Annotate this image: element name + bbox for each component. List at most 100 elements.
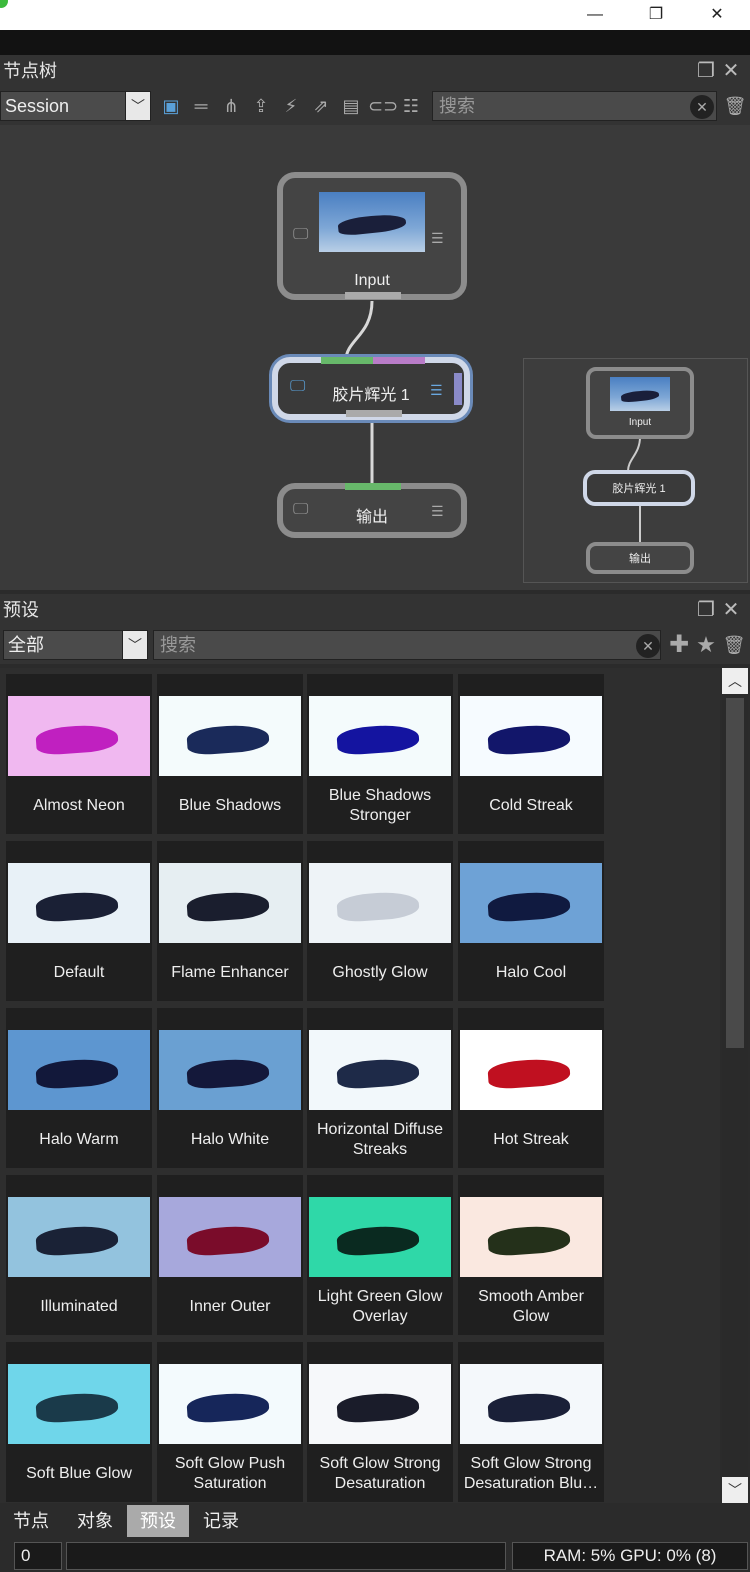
preset-thumbnail bbox=[309, 696, 451, 776]
preset-label: Flame Enhancer bbox=[171, 964, 289, 981]
preset-card[interactable]: Soft Blue Glow bbox=[6, 1342, 152, 1502]
align-icon[interactable]: ═ bbox=[188, 93, 214, 119]
preset-card[interactable]: Halo Cool bbox=[458, 841, 604, 1001]
tab-presets[interactable]: 预设 bbox=[127, 1505, 189, 1537]
input-port-purple[interactable] bbox=[373, 357, 425, 364]
tab-nodes[interactable]: 节点 bbox=[3, 1505, 59, 1537]
preset-card[interactable]: Soft Glow Strong Desaturation bbox=[307, 1342, 453, 1502]
preset-thumbnail bbox=[159, 1030, 301, 1110]
preset-label: Soft Glow Strong Desaturation bbox=[319, 1455, 441, 1492]
export-icon[interactable]: ⇗ bbox=[308, 93, 334, 119]
preset-search-input[interactable]: 搜索 bbox=[153, 630, 661, 660]
preset-thumbnail bbox=[460, 696, 602, 776]
output-node[interactable]: 🖵 输出 ☰ bbox=[277, 483, 467, 538]
add-icon[interactable]: ✚ bbox=[666, 632, 692, 658]
skydiver-figure bbox=[487, 723, 572, 757]
preset-label: Soft Blue Glow bbox=[26, 1465, 132, 1482]
chevron-down-icon[interactable]: ﹀ bbox=[122, 630, 148, 660]
node-graph-canvas[interactable]: 🖵 ☰ Input 🖵 胶片辉光 1 ☰ 🖵 输出 ☰ Input 胶片辉光 1… bbox=[0, 125, 750, 590]
scroll-up-icon[interactable]: ︿ bbox=[722, 668, 748, 694]
input-port-green[interactable] bbox=[321, 357, 373, 364]
preset-card[interactable]: Default bbox=[6, 841, 152, 1001]
scroll-thumb[interactable] bbox=[726, 698, 744, 1048]
tab-history[interactable]: 记录 bbox=[192, 1505, 250, 1537]
preset-card[interactable]: Cold Streak bbox=[458, 674, 604, 834]
tree-layout-icon[interactable]: ⋔ bbox=[218, 93, 244, 119]
upload-icon[interactable]: ⇪ bbox=[248, 93, 274, 119]
minimap-output-label: 输出 bbox=[629, 553, 651, 565]
float-panel-icon[interactable]: ❐ bbox=[695, 55, 717, 87]
minimap-input-label: Input bbox=[628, 417, 652, 428]
save-icon[interactable]: ▤ bbox=[338, 93, 364, 119]
preset-card[interactable]: Halo White bbox=[157, 1008, 303, 1168]
preset-thumbnail bbox=[309, 1364, 451, 1444]
presets-title: 预设 bbox=[3, 600, 39, 620]
float-panel-icon[interactable]: ❐ bbox=[695, 594, 717, 626]
preset-card[interactable]: Ghostly Glow bbox=[307, 841, 453, 1001]
close-window-button[interactable]: ✕ bbox=[687, 0, 747, 30]
preset-label: Halo Warm bbox=[39, 1131, 119, 1148]
preset-label: Illuminated bbox=[40, 1298, 118, 1315]
preset-card[interactable]: Soft Glow Strong Desaturation Blu… bbox=[458, 1342, 604, 1502]
link-icon[interactable]: ⊂⊃ bbox=[368, 93, 398, 119]
preset-thumbnail bbox=[309, 863, 451, 943]
preset-card[interactable]: Hot Streak bbox=[458, 1008, 604, 1168]
preset-card[interactable]: Blue Shadows bbox=[157, 674, 303, 834]
preset-card[interactable]: Light Green Glow Overlay bbox=[307, 1175, 453, 1335]
restore-button[interactable]: ❐ bbox=[626, 0, 686, 30]
session-select[interactable]: Session bbox=[0, 91, 126, 121]
preset-card[interactable]: Smooth Amber Glow bbox=[458, 1175, 604, 1335]
list-settings-icon[interactable]: ☷ bbox=[398, 93, 424, 119]
preset-filter-select[interactable]: 全部 bbox=[3, 630, 123, 660]
skydiver-figure bbox=[35, 723, 120, 757]
preset-card[interactable]: Almost Neon bbox=[6, 674, 152, 834]
presets-scrollbar[interactable]: ︿ ﹀ bbox=[722, 668, 748, 1503]
frame-icon[interactable]: ▣ bbox=[158, 93, 184, 119]
close-panel-icon[interactable]: ✕ bbox=[720, 55, 742, 87]
close-panel-icon[interactable]: ✕ bbox=[720, 594, 742, 626]
minimap-output-node: 输出 bbox=[586, 542, 694, 574]
trash-icon[interactable]: 🗑 bbox=[722, 93, 748, 119]
presets-grid: Almost Neon Blue Shadows Blue Shadows Stro… bbox=[0, 668, 720, 1503]
preset-card[interactable]: Soft Glow Push Saturation bbox=[157, 1342, 303, 1502]
node-menu-icon[interactable]: ☰ bbox=[431, 230, 444, 247]
minimize-button[interactable]: — bbox=[565, 0, 625, 30]
node-menu-icon[interactable]: ☰ bbox=[430, 382, 443, 399]
skydiver-figure bbox=[336, 1057, 421, 1091]
clear-search-icon[interactable]: ✕ bbox=[690, 95, 714, 119]
film-glow-node[interactable]: 🖵 胶片辉光 1 ☰ bbox=[272, 357, 470, 420]
preset-label: Horizontal Diffuse Streaks bbox=[317, 1121, 443, 1158]
preset-thumbnail bbox=[460, 1197, 602, 1277]
preset-card[interactable]: Halo Warm bbox=[6, 1008, 152, 1168]
preset-label: Halo White bbox=[190, 1131, 270, 1148]
preset-label: Default bbox=[53, 964, 105, 981]
node-minimap[interactable]: Input 胶片辉光 1 输出 bbox=[523, 358, 748, 583]
skydiver-figure bbox=[487, 1391, 572, 1425]
preset-label: Ghostly Glow bbox=[332, 964, 428, 981]
preset-label: Inner Outer bbox=[189, 1298, 271, 1315]
input-node[interactable]: 🖵 ☰ Input bbox=[277, 172, 467, 300]
node-tree-toolbar: Session ﹀ ▣ ═ ⋔ ⇪ ⚡ ⇗ ▤ ⊂⊃ ☷ 搜索 ✕ 🗑 bbox=[0, 87, 750, 125]
trash-icon[interactable]: 🗑 bbox=[721, 632, 747, 658]
chevron-down-icon[interactable]: ﹀ bbox=[125, 91, 151, 121]
preset-card[interactable]: Horizontal Diffuse Streaks bbox=[307, 1008, 453, 1168]
skydiver-figure bbox=[487, 1224, 572, 1258]
lightning-icon[interactable]: ⚡ bbox=[278, 93, 304, 119]
node-search-input[interactable]: 搜索 bbox=[432, 91, 717, 121]
preset-thumbnail bbox=[159, 696, 301, 776]
scroll-down-icon[interactable]: ﹀ bbox=[722, 1477, 748, 1503]
preset-card[interactable]: Illuminated bbox=[6, 1175, 152, 1335]
clear-search-icon[interactable]: ✕ bbox=[636, 634, 660, 658]
preset-card[interactable]: Blue Shadows Stronger bbox=[307, 674, 453, 834]
preset-card[interactable]: Inner Outer bbox=[157, 1175, 303, 1335]
output-port[interactable] bbox=[345, 292, 401, 299]
output-port[interactable] bbox=[346, 410, 402, 417]
node-menu-icon[interactable]: ☰ bbox=[431, 503, 444, 520]
preset-thumbnail bbox=[460, 1364, 602, 1444]
star-icon[interactable]: ★ bbox=[693, 632, 719, 658]
input-port-green[interactable] bbox=[345, 483, 401, 490]
preset-thumbnail bbox=[8, 696, 150, 776]
preset-card[interactable]: Flame Enhancer bbox=[157, 841, 303, 1001]
tab-objects[interactable]: 对象 bbox=[66, 1505, 124, 1537]
side-port[interactable] bbox=[454, 373, 462, 405]
